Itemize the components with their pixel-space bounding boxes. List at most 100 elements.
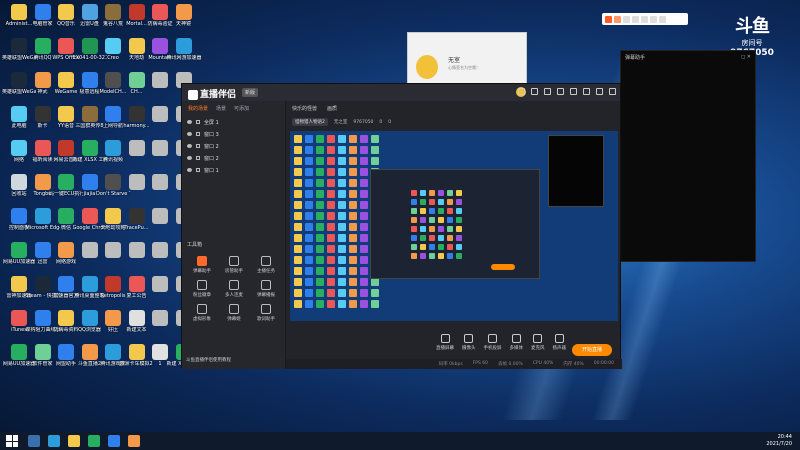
preview-icon [294, 201, 302, 209]
preview-icon [338, 157, 346, 165]
preview-icon [420, 235, 426, 241]
toolbox-item[interactable]: 弹幕播报 [250, 280, 282, 298]
wechat-icon[interactable] [88, 435, 100, 447]
category-selector[interactable]: 怪物猎人物语2 [292, 118, 328, 126]
preview-icon [338, 300, 346, 308]
scene-tab[interactable]: 可添加 [234, 105, 249, 112]
preview-icon [429, 190, 435, 196]
version-badge[interactable]: 新版 [242, 88, 259, 97]
preview-icon [456, 253, 462, 259]
stream-infobar: 怪物猎人物语2 无之室 9767050 0 0 [286, 116, 622, 128]
input-method-bar[interactable] [602, 13, 688, 25]
preview-icon [316, 223, 324, 231]
scene-item[interactable]: 窗口 2 [182, 152, 285, 164]
scene-tab[interactable]: 场景 [216, 105, 226, 112]
preview-icon [338, 212, 346, 220]
settings-icon[interactable] [557, 88, 564, 95]
toolbox-item[interactable]: 主播任务 [250, 256, 282, 274]
stream-control[interactable]: 扬声器 [553, 334, 566, 351]
eye-icon[interactable] [187, 120, 192, 124]
stream-control[interactable]: 直播屏幕 [436, 334, 454, 351]
preview-icon [294, 168, 302, 176]
system-clock[interactable]: 20:44 2021/7/20 [766, 434, 792, 448]
stream-control[interactable]: 多媒体 [510, 334, 523, 351]
avatar [416, 55, 438, 79]
toolbox-item[interactable]: 弹幕姬 [218, 304, 250, 322]
toolbox-item[interactable]: 弹幕助手 [186, 256, 218, 274]
menu-icon[interactable] [570, 88, 577, 95]
edge-icon[interactable] [48, 435, 60, 447]
ime-icon[interactable] [641, 15, 648, 23]
preview-icon [360, 146, 368, 154]
app-brand-label: 直播伴侣 [200, 90, 237, 100]
toolbox-item[interactable]: 歌词助手 [250, 304, 282, 322]
stream-tab[interactable]: 画质 [327, 105, 337, 112]
stream-control[interactable]: 麦克风 [531, 334, 545, 351]
maximize-icon[interactable] [596, 88, 603, 95]
preview-icon [305, 278, 313, 286]
eye-icon[interactable] [187, 168, 192, 172]
toolbox-item[interactable]: 虚拟形象 [186, 304, 218, 322]
app-icon [175, 4, 192, 20]
go-live-button[interactable]: 开始直播 [572, 344, 612, 356]
minimize-icon[interactable] [583, 88, 590, 95]
preview-icon [429, 208, 435, 214]
preview-icon [371, 300, 379, 308]
toolbox-item[interactable]: 多人连麦 [218, 280, 250, 298]
stream-control[interactable]: 手机投屏 [484, 334, 502, 351]
tool-label: 主播任务 [257, 269, 275, 274]
ime-logo-icon[interactable] [605, 15, 612, 23]
preview-icon [360, 289, 368, 297]
eye-icon[interactable] [187, 144, 192, 148]
start-button[interactable] [6, 435, 18, 447]
ime-icon[interactable] [650, 15, 657, 23]
stream-preview[interactable] [290, 131, 618, 321]
lock-icon[interactable] [196, 144, 200, 148]
preview-icon [305, 300, 313, 308]
close-icon[interactable] [609, 88, 616, 95]
scene-item[interactable]: 全屏 1 [182, 116, 285, 128]
lock-icon[interactable] [196, 168, 200, 172]
nested-go-live [491, 264, 515, 270]
preview-icon [360, 190, 368, 198]
lock-icon[interactable] [196, 120, 200, 124]
preview-icon [327, 289, 335, 297]
scene-tab[interactable]: 我的场景 [188, 105, 208, 112]
scene-item[interactable]: 窗口 1 [182, 164, 285, 176]
preview-icon [327, 278, 335, 286]
preview-icon [338, 245, 346, 253]
stat-value: 丢帧 0.00% [498, 362, 523, 367]
qq-icon[interactable] [108, 435, 120, 447]
stream-tab[interactable]: 快乐的怪兽 [292, 105, 317, 112]
shirt-icon[interactable] [531, 88, 538, 95]
tutorial-link[interactable]: 斗鱼直播伴侣使用教程 [186, 357, 231, 363]
preview-icon [349, 234, 357, 242]
barrage-controls[interactable]: ◻ ✕ [741, 54, 751, 60]
ime-icon[interactable] [632, 15, 639, 23]
ime-icon[interactable] [659, 15, 666, 23]
explorer-icon[interactable] [68, 435, 80, 447]
live-companion-icon[interactable] [128, 435, 140, 447]
tool-icon [229, 304, 239, 314]
stream-control[interactable]: 摄像头 [462, 334, 476, 351]
preview-icon [420, 208, 426, 214]
scene-item[interactable]: 窗口 3 [182, 128, 285, 140]
toolbox-item[interactable]: 粉丝徽章 [186, 280, 218, 298]
toolbox-item[interactable]: 房管助手 [218, 256, 250, 274]
ime-icon[interactable] [623, 15, 630, 23]
lock-icon[interactable] [196, 156, 200, 160]
preview-icon [447, 190, 453, 196]
preview-icon [349, 168, 357, 176]
eye-icon[interactable] [187, 132, 192, 136]
ime-icon[interactable] [614, 15, 621, 23]
preview-icon [338, 289, 346, 297]
scene-item[interactable]: 窗口 2 [182, 140, 285, 152]
taskview-icon[interactable] [28, 435, 40, 447]
preview-icon [411, 208, 417, 214]
lock-icon[interactable] [196, 132, 200, 136]
mail-icon[interactable] [518, 88, 525, 95]
barrage-window[interactable]: 弹幕助手 ◻ ✕ [620, 50, 756, 262]
gift-icon[interactable] [544, 88, 551, 95]
preview-icon [316, 278, 324, 286]
eye-icon[interactable] [187, 156, 192, 160]
